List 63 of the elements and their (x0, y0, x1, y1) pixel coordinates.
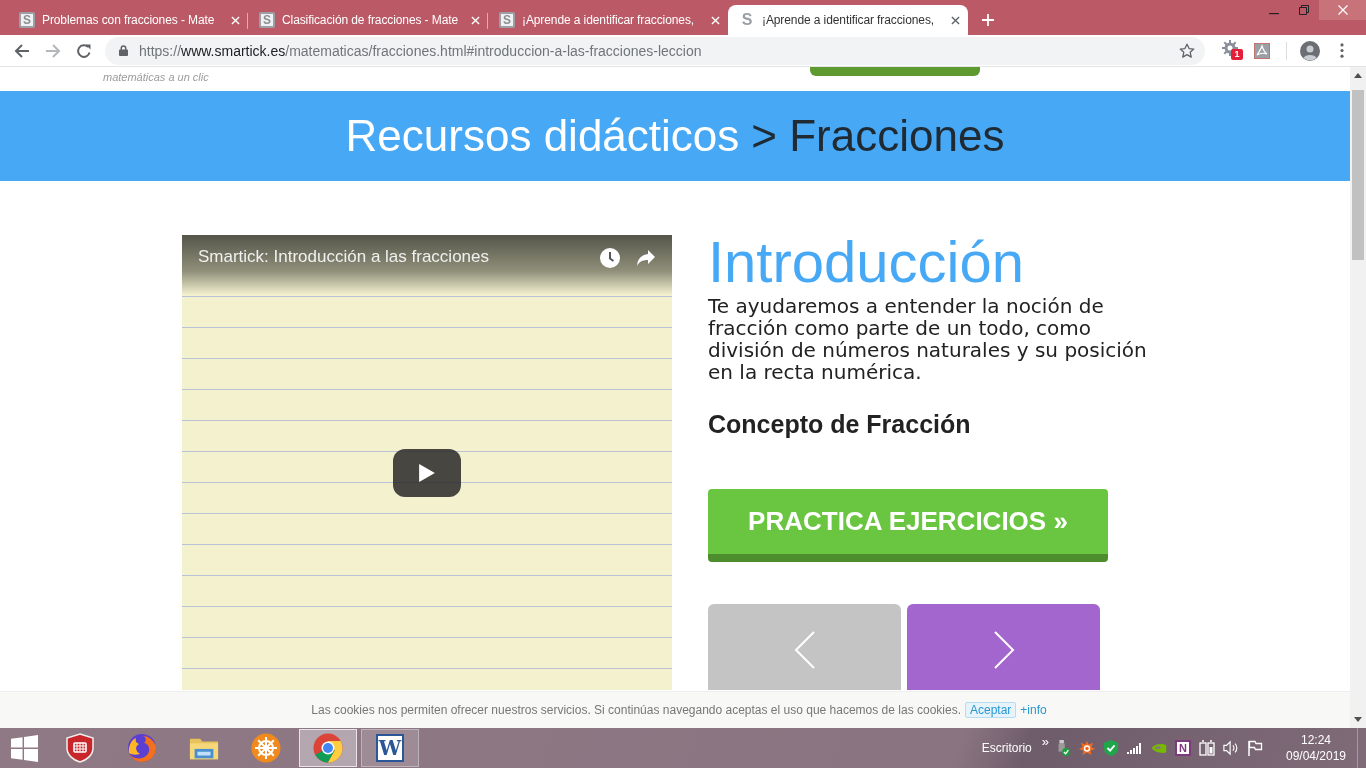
site-favicon-icon: S (739, 12, 755, 28)
chevron-left-icon (793, 631, 816, 669)
accept-button[interactable]: Aceptar (965, 702, 1017, 718)
breadcrumb-current: > Fracciones (751, 111, 1005, 161)
avatar-icon[interactable] (1300, 40, 1320, 61)
video-title[interactable]: Smartick: Introducción a las fracciones (198, 247, 600, 267)
section-subheading: Concepto de Fracción (708, 409, 972, 439)
close-tab-icon[interactable] (951, 15, 960, 25)
ship-wheel-icon (251, 733, 281, 763)
battery-icon[interactable] (1199, 740, 1215, 756)
menu-icon[interactable] (1340, 43, 1344, 58)
chevron-right-icon (992, 631, 1015, 669)
scrollbar-thumb[interactable] (1352, 90, 1364, 260)
lesson-intro: Te ayudaremos a entender la noción de fracción como parte de un todo, como división de números naturales y su posición en la recta numérica. (708, 295, 1148, 383)
speaker-icon[interactable] (1223, 740, 1239, 756)
fox-globe-icon (127, 733, 157, 763)
signal-bars-icon[interactable] (1127, 740, 1143, 756)
clock-button[interactable]: 12:24 09/04/2019 (1283, 732, 1349, 764)
clock-icon[interactable] (600, 248, 620, 268)
start-icon (11, 734, 38, 762)
browser-tab[interactable]: S ¡Aprende a identificar fracciones, (488, 5, 728, 35)
taskbar-button[interactable] (299, 729, 357, 767)
play-icon (419, 464, 435, 482)
reload-icon[interactable] (76, 42, 92, 59)
bookmark-star-icon[interactable] (1179, 42, 1195, 59)
triangle-logo-icon[interactable] (1254, 42, 1270, 59)
show-hidden-icons-button[interactable]: » (1041, 733, 1049, 749)
desktop-toolbar-label[interactable]: Escritorio (981, 741, 1032, 755)
new-tab-icon[interactable] (982, 14, 994, 26)
notification-badge: 1 (1231, 48, 1243, 60)
scrollbar-track[interactable] (1350, 67, 1366, 728)
lesson-heading: Introducción (708, 231, 1025, 293)
cookie-message: Las cookies nos permiten ofrecer nuestros servicios. Si continúas navegando aceptas el uso que hacemos de las cookies. (311, 703, 961, 717)
splat-logo-icon[interactable] (1079, 740, 1095, 756)
breadcrumb-link[interactable]: Recursos didácticos (345, 111, 740, 161)
browser-tab[interactable]: S Problemas con fracciones - Mate (8, 5, 248, 35)
browser-icon (313, 733, 343, 763)
back-icon[interactable] (14, 42, 30, 59)
browser-tab[interactable]: S ¡Aprende a identificar fracciones, (728, 5, 968, 35)
document-icon: W (376, 734, 404, 762)
site-favicon-icon: S (499, 12, 515, 28)
share-icon[interactable] (636, 248, 656, 268)
scroll-down-arrow-icon[interactable] (1354, 717, 1362, 722)
site-favicon-icon: S (19, 12, 35, 28)
shield-icon (65, 733, 95, 763)
address-bar[interactable]: https://www.smartick.es/matematicas/fracciones.html#introduccion-a-las-fracciones-leccion (105, 36, 1205, 65)
info-link[interactable]: +info (1020, 703, 1047, 717)
browser-tab[interactable]: S Clasificación de fracciones - Mate (248, 5, 488, 35)
close-icon (1337, 5, 1348, 15)
site-tagline: matemáticas a un clic (103, 71, 210, 84)
extension-button[interactable]: 1 (1222, 39, 1246, 62)
site-favicon-icon: S (259, 12, 275, 28)
gear-icon (1222, 39, 1238, 56)
flag-icon[interactable] (1247, 740, 1263, 756)
play-button[interactable] (393, 449, 461, 497)
taskbar-button[interactable]: W (361, 729, 419, 767)
notebook-icon[interactable]: N (1175, 740, 1191, 756)
minimize-icon (1269, 13, 1279, 15)
shield-check-icon[interactable] (1103, 740, 1119, 756)
scroll-up-arrow-icon[interactable] (1354, 73, 1362, 78)
lock-icon (119, 45, 128, 56)
url-text: https://www.smartick.es/matematicas/fracciones.html#introduccion-a-las-fracciones-leccion (139, 42, 703, 59)
restore-icon (1299, 5, 1309, 15)
